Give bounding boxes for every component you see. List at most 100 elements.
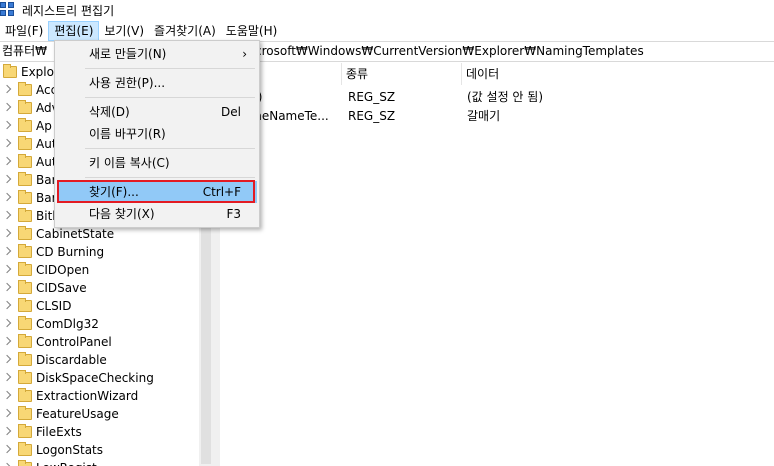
chevron-right-icon[interactable] <box>3 319 13 329</box>
menu-separator <box>85 177 255 178</box>
chevron-right-icon[interactable] <box>3 211 13 221</box>
folder-icon <box>18 370 32 384</box>
tree-item-label: CLSID <box>36 299 72 313</box>
menu-item-find-next[interactable]: 다음 찾기(X) F3 <box>57 203 257 225</box>
tree-item-label: FileExts <box>36 425 82 439</box>
value-type: REG_SZ <box>348 90 396 104</box>
folder-icon <box>18 334 32 348</box>
tree-item-label: CIDOpen <box>36 263 90 277</box>
tree-item-label: Bitl <box>36 209 56 223</box>
tree-item[interactable]: FileExts <box>0 423 213 441</box>
chevron-right-icon[interactable] <box>3 229 13 239</box>
menu-separator <box>85 97 255 98</box>
tree-item[interactable]: FeatureUsage <box>0 405 213 423</box>
menu-item-permissions[interactable]: 사용 권한(P)... <box>57 72 257 94</box>
tree-item-label: ComDlg32 <box>36 317 99 331</box>
folder-icon <box>18 82 32 96</box>
menu-edit[interactable]: 편집(E) <box>48 21 100 41</box>
menu-separator <box>85 68 255 69</box>
chevron-right-icon[interactable] <box>3 373 13 383</box>
menu-file[interactable]: 파일(F) <box>0 21 48 41</box>
value-type: REG_SZ <box>348 109 396 123</box>
folder-icon <box>18 298 32 312</box>
tree-item-label: LogonStats <box>36 443 104 457</box>
folder-icon <box>18 172 32 186</box>
tree-item[interactable]: CD Burning <box>0 243 213 261</box>
tree-item[interactable]: ComDlg32 <box>0 315 213 333</box>
tree-item-label: ControlPanel <box>36 335 112 349</box>
menu-item-delete[interactable]: 삭제(D) Del <box>57 101 257 123</box>
column-header-type[interactable]: 종류 <box>342 63 462 85</box>
chevron-right-icon[interactable] <box>3 265 13 275</box>
folder-icon <box>18 460 32 466</box>
folder-icon <box>18 100 32 114</box>
value-list: 이름 종류 데이터 (기본값) REG_SZ (값 설정 안 됨) Rename… <box>220 63 774 466</box>
menu-favorites[interactable]: 즐겨찾기(A) <box>149 21 221 41</box>
tree-item-label: DiskSpaceChecking <box>36 371 154 385</box>
tree-item[interactable]: CIDOpen <box>0 261 213 279</box>
chevron-right-icon[interactable] <box>3 301 13 311</box>
tree-item[interactable]: DiskSpaceChecking <box>0 369 213 387</box>
tree-item[interactable]: Discardable <box>0 351 213 369</box>
menu-item-rename[interactable]: 이름 바꾸기(R) <box>57 123 257 145</box>
tree-item[interactable]: CIDSave <box>0 279 213 297</box>
tree-item[interactable]: ControlPanel <box>0 333 213 351</box>
address-path: crosoft₩Windows₩CurrentVersion₩Explorer₩… <box>255 44 644 58</box>
tree-item-label: CabinetState <box>36 227 115 241</box>
regedit-icon <box>0 2 16 18</box>
window-title: 레지스트리 편집기 <box>22 3 115 18</box>
chevron-right-icon[interactable] <box>3 355 13 365</box>
chevron-right-icon[interactable] <box>3 391 13 401</box>
tree-item-label: Discardable <box>36 353 107 367</box>
menu-help[interactable]: 도움말(H) <box>221 21 283 41</box>
chevron-right-icon[interactable] <box>3 103 13 113</box>
chevron-right-icon[interactable] <box>3 247 13 257</box>
folder-icon <box>18 208 32 222</box>
tree-item[interactable]: CLSID <box>0 297 213 315</box>
chevron-right-icon[interactable] <box>3 175 13 185</box>
folder-icon <box>18 316 32 330</box>
folder-icon <box>18 118 32 132</box>
tree-item-label: CD Burning <box>36 245 105 259</box>
chevron-right-icon[interactable] <box>3 139 13 149</box>
column-header-data[interactable]: 데이터 <box>462 63 774 85</box>
tree-item-label: FeatureUsage <box>36 407 119 421</box>
chevron-right-icon[interactable] <box>3 193 13 203</box>
folder-icon <box>18 406 32 420</box>
tree-item-label: CIDSave <box>36 281 87 295</box>
value-data: (값 설정 안 됨) <box>467 90 544 104</box>
menu-separator <box>85 148 255 149</box>
chevron-right-icon[interactable] <box>3 427 13 437</box>
title-bar: 레지스트리 편집기 <box>0 0 774 20</box>
chevron-right-icon[interactable] <box>3 445 13 455</box>
folder-icon <box>18 352 32 366</box>
chevron-right-icon: › <box>242 47 247 61</box>
chevron-right-icon[interactable] <box>3 85 13 95</box>
folder-icon <box>18 262 32 276</box>
chevron-right-icon[interactable] <box>3 337 13 347</box>
folder-icon <box>18 244 32 258</box>
table-row[interactable]: (기본값) REG_SZ (값 설정 안 됨) <box>220 88 774 106</box>
value-data: 갈매기 <box>467 109 501 123</box>
folder-icon <box>18 226 32 240</box>
folder-icon <box>18 442 32 456</box>
tree-item-label: Ap <box>36 119 52 133</box>
tree-item[interactable]: LowRegist <box>0 459 213 466</box>
table-row[interactable]: RenameNameTe... REG_SZ 갈매기 <box>220 107 774 125</box>
folder-icon <box>18 280 32 294</box>
folder-icon <box>18 190 32 204</box>
address-prefix: 컴퓨터₩ <box>2 44 47 58</box>
menu-item-new[interactable]: 새로 만들기(N) › <box>57 43 257 65</box>
tree-item-label: ExtractionWizard <box>36 389 139 403</box>
menu-view[interactable]: 보기(V) <box>99 21 149 41</box>
menu-item-copy-key-name[interactable]: 키 이름 복사(C) <box>57 152 257 174</box>
chevron-right-icon[interactable] <box>3 409 13 419</box>
folder-icon <box>18 136 32 150</box>
tree-item[interactable]: LogonStats <box>0 441 213 459</box>
chevron-right-icon[interactable] <box>3 121 13 131</box>
menu-bar: 파일(F) 편집(E) 보기(V) 즐겨찾기(A) 도움말(H) <box>0 20 774 42</box>
highlight-box <box>57 180 255 203</box>
tree-item[interactable]: ExtractionWizard <box>0 387 213 405</box>
chevron-right-icon[interactable] <box>3 283 13 293</box>
chevron-right-icon[interactable] <box>3 157 13 167</box>
